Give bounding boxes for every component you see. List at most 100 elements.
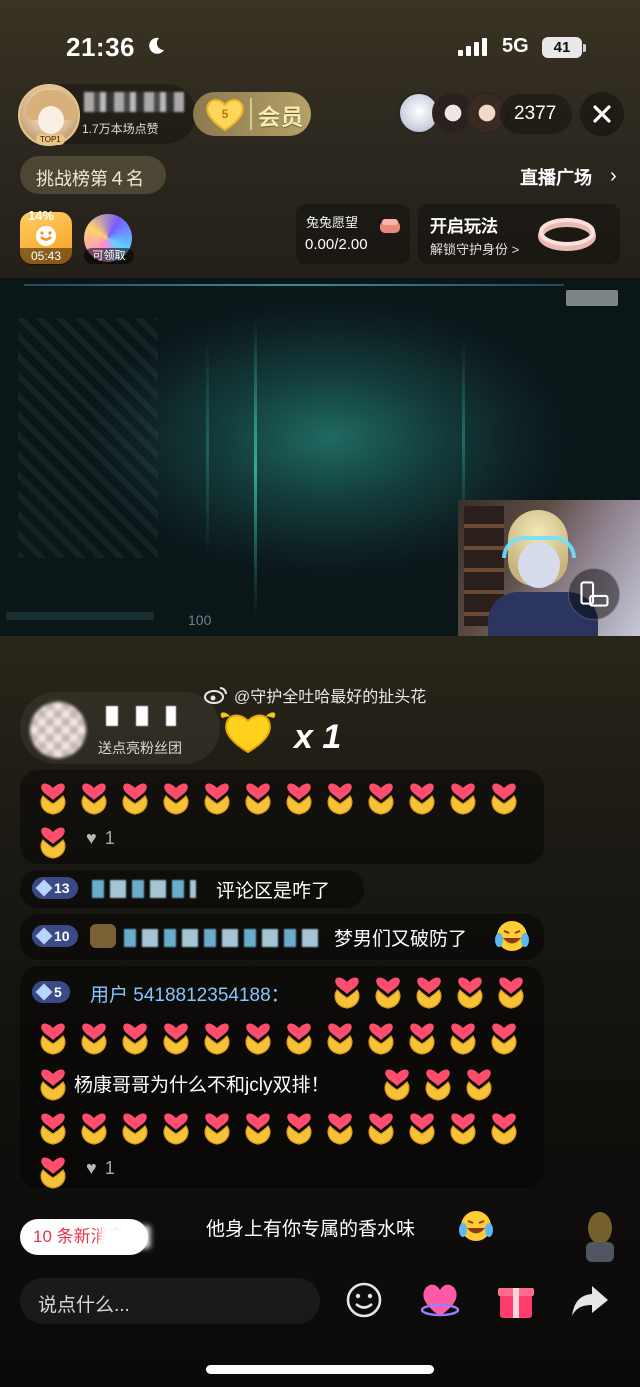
rank-label: 挑战榜第４名 xyxy=(36,169,144,189)
streamer-camera xyxy=(458,500,640,636)
heart-hands-emoji-icon xyxy=(360,1014,401,1058)
heart-hands-emoji-icon xyxy=(237,1014,278,1058)
weibo-icon xyxy=(204,687,227,704)
heart-hands-emoji-icon xyxy=(196,1104,237,1148)
heart-hands-emoji-icon xyxy=(73,1104,114,1148)
wish-title: 兔兔愿望 xyxy=(306,215,359,230)
treasure-timer: 05:43 xyxy=(20,248,72,265)
heart-icon[interactable] xyxy=(418,1278,462,1322)
heart-hands-emoji-icon xyxy=(360,774,401,818)
heart-hands-emoji-icon xyxy=(442,774,483,818)
fan-avatar[interactable] xyxy=(30,702,86,758)
user-level-badge: 10 xyxy=(32,925,78,947)
emoji-row xyxy=(32,1014,542,1058)
heart-hands-emoji-icon xyxy=(319,1104,360,1148)
heart-hands-emoji-icon xyxy=(32,1104,73,1148)
message-likes[interactable]: ♥ 1 xyxy=(86,828,115,849)
emoji-icon[interactable] xyxy=(342,1278,386,1322)
heart-hands-emoji-icon xyxy=(319,774,360,818)
heart-icon: ♥ xyxy=(86,828,97,848)
close-icon[interactable] xyxy=(580,92,624,136)
host-likes: 1.7万本场点赞 xyxy=(82,122,159,136)
ring-icon xyxy=(538,218,596,251)
heart-hands-emoji-icon xyxy=(483,1014,524,1058)
emoji-row xyxy=(32,1060,73,1104)
heart-hands-emoji-icon xyxy=(490,968,531,1012)
heart-hands-emoji-icon xyxy=(360,1104,401,1148)
fan-name-redacted xyxy=(106,706,176,726)
heart-hands-emoji-icon xyxy=(442,1014,483,1058)
gift-multiplier: x 1 xyxy=(294,718,342,756)
vip-heart-icon: 5 xyxy=(206,99,244,132)
heart-hands-emoji-icon xyxy=(483,1104,524,1148)
heart-hands-emoji-icon xyxy=(326,968,367,1012)
top1-badge: TOP1 xyxy=(36,134,65,145)
gift-icon[interactable] xyxy=(494,1278,538,1322)
heart-hands-emoji-icon xyxy=(114,1014,155,1058)
network-type: 5G xyxy=(502,35,529,57)
top-viewers[interactable] xyxy=(398,92,508,134)
heart-hands-emoji-icon xyxy=(401,1104,442,1148)
laugh-cry-emoji-icon xyxy=(495,921,529,951)
heart-hands-emoji-icon xyxy=(278,1014,319,1058)
floating-gift-icon[interactable] xyxy=(578,1206,622,1276)
heart-hands-emoji-icon xyxy=(458,1060,499,1104)
signal-icon xyxy=(458,38,487,56)
live-plaza-link[interactable]: 直播广场 xyxy=(520,164,592,190)
gold-heart-gift-icon xyxy=(220,712,276,754)
emoji-row xyxy=(376,1060,506,1104)
bread-icon xyxy=(380,219,400,233)
heart-hands-emoji-icon xyxy=(417,1060,458,1104)
chat-text: 评论区是咋了 xyxy=(216,881,331,902)
chat-username[interactable]: 用户 5418812354188： xyxy=(90,980,290,1007)
heart-hands-emoji-icon xyxy=(73,1014,114,1058)
laugh-cry-emoji-icon xyxy=(459,1211,493,1241)
heart-hands-emoji-icon xyxy=(376,1060,417,1104)
heart-hands-emoji-icon xyxy=(401,1014,442,1058)
user-level-badge: 5 xyxy=(32,981,70,1003)
heart-icon: ♥ xyxy=(86,1158,97,1178)
heart-hands-emoji-icon xyxy=(114,774,155,818)
heart-hands-emoji-icon xyxy=(483,774,524,818)
heart-hands-emoji-icon xyxy=(32,1148,73,1192)
game-score: 100 xyxy=(188,612,212,628)
chat-text: 他身上有你专属的香水味 xyxy=(206,1219,416,1240)
weibo-watermark: @守护全吐哈最好的扯头花 xyxy=(204,683,426,707)
battery-level: 41 xyxy=(542,37,582,58)
heart-hands-emoji-icon xyxy=(155,774,196,818)
user-level-badge: 13 xyxy=(32,877,78,899)
heart-hands-emoji-icon xyxy=(32,1060,73,1104)
weibo-handle: @守护全吐哈最好的扯头花 xyxy=(234,689,427,706)
gameplay-title: 开启玩法 xyxy=(430,217,498,236)
wish-value: 0.00/2.00 xyxy=(305,236,368,253)
user-name-redacted xyxy=(124,929,324,947)
heart-hands-emoji-icon xyxy=(278,1104,319,1148)
heart-hands-emoji-icon xyxy=(196,774,237,818)
heart-hands-emoji-icon xyxy=(196,1014,237,1058)
chat-text: 梦男们又破防了 xyxy=(334,929,468,950)
battery-tip xyxy=(583,44,586,52)
user-name-redacted xyxy=(92,880,196,898)
heart-hands-emoji-icon xyxy=(237,774,278,818)
home-indicator[interactable] xyxy=(206,1365,434,1374)
likes-count: 1 xyxy=(104,1158,115,1178)
gift-notice-subtitle: 送点亮粉丝团 xyxy=(98,740,182,756)
comment-placeholder: 说点什么... xyxy=(38,1295,130,1316)
vip-label: 会员 xyxy=(258,105,305,130)
share-icon[interactable] xyxy=(568,1278,612,1322)
host-name-redacted xyxy=(84,92,184,112)
rotate-screen-icon[interactable] xyxy=(568,568,620,620)
viewer-count: 2377 xyxy=(514,103,557,124)
heart-hands-emoji-icon xyxy=(114,1104,155,1148)
likes-count: 1 xyxy=(104,828,115,848)
heart-hands-emoji-icon xyxy=(32,774,73,818)
heart-hands-emoji-icon xyxy=(408,968,449,1012)
status-time: 21:36 xyxy=(66,32,135,62)
message-likes[interactable]: ♥ 1 xyxy=(86,1158,115,1179)
heart-hands-emoji-icon xyxy=(155,1104,196,1148)
heart-hands-emoji-icon xyxy=(401,774,442,818)
heart-hands-emoji-icon xyxy=(442,1104,483,1148)
fan-badge xyxy=(90,924,116,948)
chevron-right-icon: › xyxy=(610,165,617,187)
heart-hands-emoji-icon xyxy=(367,968,408,1012)
